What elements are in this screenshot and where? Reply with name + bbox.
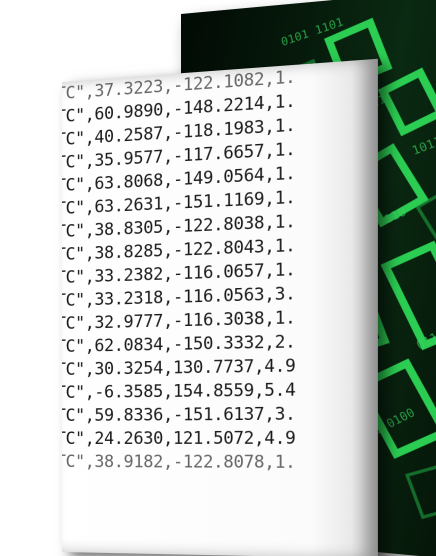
data-line: TC",59.8336,-151.6137,3. [62, 402, 295, 427]
svg-text:1011: 1011 [410, 134, 436, 158]
data-lines-list: TC",37.3223,-122.1082,1. TC",60.9890,-148… [62, 65, 295, 474]
data-sheet-panel: TC",37.3223,-122.1082,1. TC",60.9890,-148… [62, 59, 378, 556]
data-line: TC",-6.3585,154.8559,5.4 [62, 378, 295, 404]
data-line: TC",30.3254,130.7737,4.9 [62, 354, 295, 381]
scene: 0101 1101 1100 0111 0110 1011 1001 1110 … [0, 0, 436, 556]
svg-text:0101 1101: 0101 1101 [280, 15, 345, 49]
data-line: TC",24.2630,121.5072,4.9 [62, 426, 295, 450]
data-line: TC",38.9182,-122.8078,1. [62, 450, 295, 474]
